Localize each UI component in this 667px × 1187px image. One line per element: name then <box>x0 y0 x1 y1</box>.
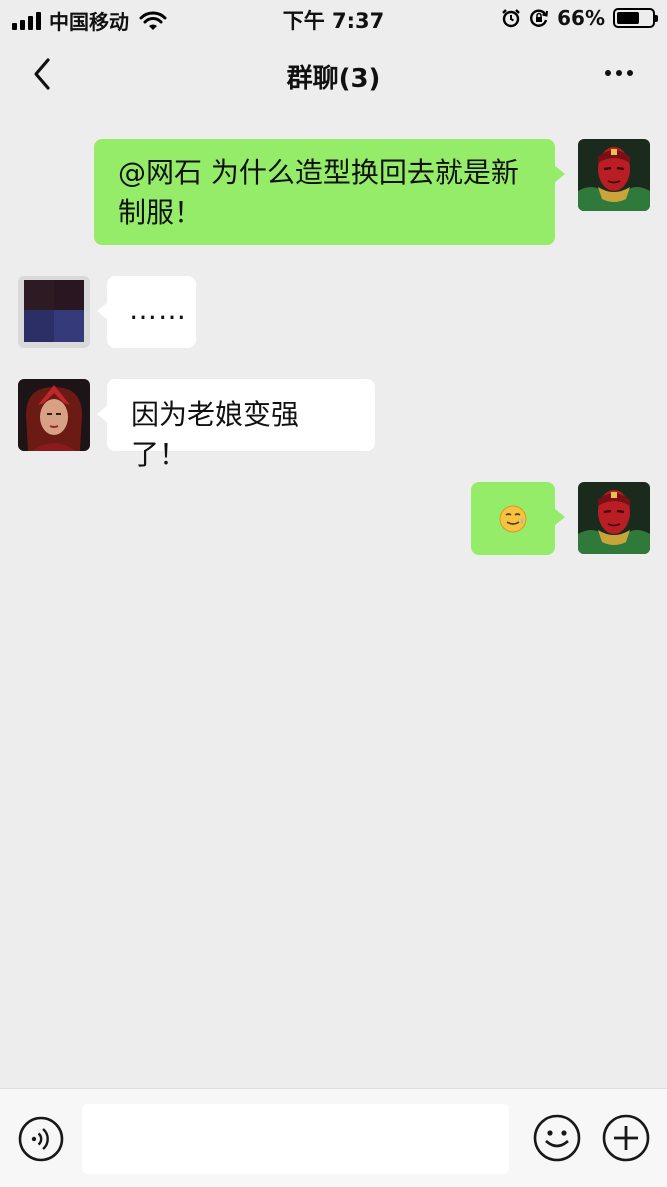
sent-emoji-bubble[interactable] <box>471 482 565 555</box>
dot-icon <box>616 70 622 76</box>
voice-button[interactable] <box>17 1115 65 1163</box>
emoji-button[interactable] <box>532 1113 582 1163</box>
sent-message-bubble[interactable]: @网石 为什么造型换回去就是新制服！ <box>94 139 565 245</box>
battery-icon <box>613 8 658 28</box>
sweat-smile-emoji <box>499 505 527 532</box>
dot-icon <box>627 70 633 76</box>
vision-avatar[interactable] <box>578 482 650 554</box>
received-message-bubble[interactable]: 因为老娘变强了！ <box>97 379 375 471</box>
vision-portrait <box>578 482 650 554</box>
alarm-icon <box>502 9 520 28</box>
scarlet-witch-portrait <box>18 379 90 451</box>
status-right: 66% <box>501 6 658 30</box>
chat-screen: 中国移动 下午 7:37 66% 群聊(3) @网石 为什么造型换回去就是新制服… <box>0 0 667 1187</box>
status-bar: 中国移动 下午 7:37 66% <box>0 0 667 36</box>
scarlet-witch-avatar[interactable] <box>18 379 90 451</box>
nav-bar: 群聊(3) <box>0 36 667 112</box>
vision-portrait <box>578 139 650 211</box>
voice-icon <box>18 1116 64 1162</box>
emoji-icon <box>533 1114 581 1162</box>
plus-button[interactable] <box>601 1113 651 1163</box>
battery-fill <box>617 12 640 24</box>
rotation-lock-icon <box>530 9 549 27</box>
message-input[interactable] <box>82 1104 509 1174</box>
plus-icon <box>602 1114 650 1162</box>
page-title: 群聊(3) <box>286 64 381 94</box>
pixelated-avatar[interactable] <box>18 276 90 348</box>
pixelated-portrait <box>18 276 90 348</box>
input-bar <box>0 1088 667 1187</box>
more-options-button[interactable] <box>599 58 639 88</box>
dot-icon <box>605 70 611 76</box>
vision-avatar[interactable] <box>578 139 650 211</box>
received-message-bubble[interactable]: …… <box>97 276 196 348</box>
battery-percent: 66% <box>557 6 605 30</box>
